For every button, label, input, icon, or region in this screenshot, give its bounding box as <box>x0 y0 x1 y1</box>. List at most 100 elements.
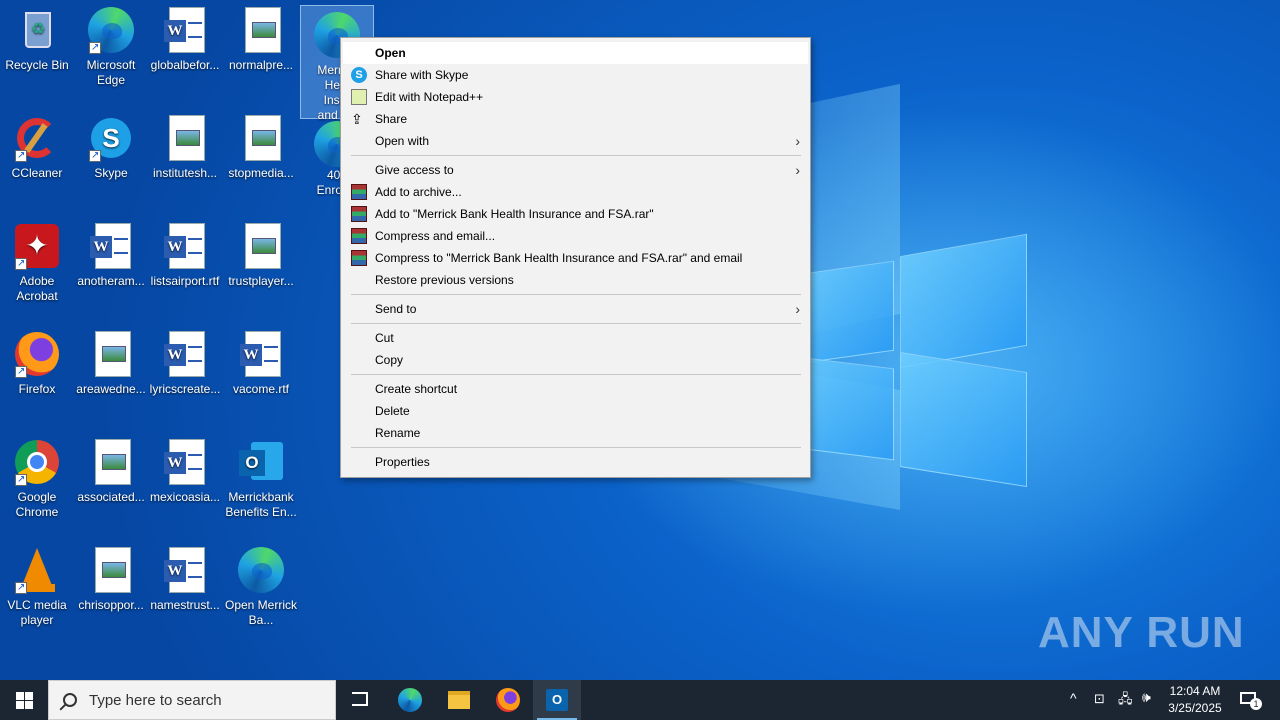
desktop-icon-vlc[interactable]: VLC media player <box>0 546 74 628</box>
desktop-icon-globalbefor[interactable]: W globalbefor... <box>148 6 222 73</box>
desktop-icon-institutesh[interactable]: institutesh... <box>148 114 222 181</box>
ccleaner-icon <box>13 114 61 163</box>
taskbar-file-explorer-button[interactable] <box>435 680 483 720</box>
meet-now-icon[interactable]: ⊡ <box>1094 691 1105 707</box>
desktop-icon-open-merrick[interactable]: Open Merrick Ba... <box>224 546 298 628</box>
menu-item-open-with[interactable]: Open with › <box>343 130 808 152</box>
chevron-right-icon: › <box>795 133 800 149</box>
desktop-icon-stopmedia[interactable]: stopmedia... <box>224 114 298 181</box>
menu-label: Cut <box>375 331 394 345</box>
desktop-icon-listsairport[interactable]: W listsairport.rtf <box>148 222 222 289</box>
icon-label: Google Chrome <box>15 490 59 519</box>
menu-label: Rename <box>375 426 421 440</box>
menu-item-delete[interactable]: Delete <box>343 400 808 422</box>
menu-item-compress-and-email[interactable]: Compress and email... <box>343 225 808 247</box>
menu-item-add-to-archive[interactable]: Add to archive... <box>343 181 808 203</box>
start-button[interactable] <box>0 680 48 720</box>
icon-label: namestrust... <box>150 598 220 612</box>
menu-label: Delete <box>375 404 410 418</box>
clock-time: 12:04 AM <box>1169 684 1221 698</box>
menu-label: Create shortcut <box>375 382 458 396</box>
menu-item-edit-with-notepadpp[interactable]: Edit with Notepad++ <box>343 86 808 108</box>
search-icon <box>63 693 77 707</box>
menu-label: Add to "Merrick Bank Health Insurance an… <box>375 207 654 221</box>
desktop-icon-trustplayer[interactable]: trustplayer... <box>224 222 298 289</box>
menu-label: Share <box>375 112 408 126</box>
menu-item-create-shortcut[interactable]: Create shortcut <box>343 378 808 400</box>
icon-label: areawedne... <box>76 382 146 396</box>
icon-label: Recycle Bin <box>5 58 69 72</box>
desktop-icon-ccleaner[interactable]: CCleaner <box>0 114 74 181</box>
volume-icon[interactable]: 🕪 <box>1142 689 1151 706</box>
menu-item-add-to-rar[interactable]: Add to "Merrick Bank Health Insurance an… <box>343 203 808 225</box>
shortcut-arrow-icon <box>15 472 27 487</box>
menu-label: Properties <box>375 455 430 469</box>
share-icon: ⇪ <box>351 111 363 127</box>
desktop-icon-firefox[interactable]: Firefox <box>0 330 74 397</box>
icon-label: lyricscreate... <box>149 382 221 396</box>
menu-item-share-with-skype[interactable]: S Share with Skype <box>343 64 808 86</box>
winrar-icon <box>351 184 367 200</box>
word-doc-icon: W <box>87 222 135 270</box>
word-doc-icon: W <box>161 6 209 54</box>
desktop-icon-skype[interactable]: S Skype <box>74 114 148 181</box>
word-doc-icon: W <box>161 222 209 270</box>
menu-item-send-to[interactable]: Send to › <box>343 298 808 320</box>
desktop-icon-mexicoasia[interactable]: W mexicoasia... <box>148 438 222 505</box>
task-view-icon <box>352 692 368 706</box>
search-placeholder: Type here to search <box>89 692 222 709</box>
taskbar-edge-button[interactable] <box>386 680 434 720</box>
menu-item-compress-to-rar-and-email[interactable]: Compress to "Merrick Bank Health Insuran… <box>343 247 808 269</box>
icon-label: CCleaner <box>11 166 63 180</box>
context-menu: Open S Share with Skype Edit with Notepad… <box>340 37 811 478</box>
icon-label: listsairport.rtf <box>150 274 220 288</box>
menu-label: Open <box>375 46 406 60</box>
anyrun-watermark: ANY RUN <box>1038 608 1245 657</box>
desktop-icon-adobe-acrobat[interactable]: ✦ Adobe Acrobat <box>0 222 74 304</box>
desktop-icon-vacome[interactable]: W vacome.rtf <box>224 330 298 397</box>
menu-item-copy[interactable]: Copy <box>343 349 808 371</box>
menu-item-properties[interactable]: Properties <box>343 451 808 473</box>
desktop-icon-merrickbank-benefits[interactable]: O Merrickbank Benefits En... <box>224 438 298 520</box>
winrar-icon <box>351 250 367 266</box>
notification-count: 1 <box>1250 698 1262 710</box>
vlc-icon <box>13 546 61 595</box>
menu-separator <box>351 447 801 448</box>
taskbar-search-box[interactable]: Type here to search <box>48 680 336 720</box>
menu-item-rename[interactable]: Rename <box>343 422 808 444</box>
icon-label: associated... <box>77 490 145 504</box>
image-file-icon <box>87 438 135 486</box>
notifications-button[interactable]: 1 <box>1238 688 1262 712</box>
network-icon[interactable]: 🖧 <box>1118 690 1133 712</box>
system-clock[interactable]: 12:04 AM 3/25/2025 <box>1160 683 1230 717</box>
desktop-icon-lyricscreate[interactable]: W lyricscreate... <box>148 330 222 397</box>
menu-item-cut[interactable]: Cut <box>343 327 808 349</box>
desktop-icon-chrisoppor[interactable]: chrisoppor... <box>74 546 148 613</box>
menu-separator <box>351 374 801 375</box>
menu-item-give-access-to[interactable]: Give access to › <box>343 159 808 181</box>
desktop-icon-areawedne[interactable]: areawedne... <box>74 330 148 397</box>
desktop-icon-recycle-bin[interactable]: ♻ Recycle Bin <box>0 6 74 73</box>
menu-item-open[interactable]: Open <box>343 42 808 64</box>
image-file-icon <box>237 6 285 54</box>
desktop-icon-microsoft-edge[interactable]: Microsoft Edge <box>74 6 148 88</box>
word-doc-icon: W <box>161 438 209 486</box>
taskbar-firefox-button[interactable] <box>484 680 532 720</box>
desktop-icon-anotheram[interactable]: W anotheram... <box>74 222 148 289</box>
desktop-icon-namestrust[interactable]: W namestrust... <box>148 546 222 613</box>
menu-label: Copy <box>375 353 404 367</box>
task-view-button[interactable] <box>336 680 384 720</box>
shortcut-arrow-icon <box>89 148 101 163</box>
taskbar-outlook-button[interactable]: O <box>533 680 581 720</box>
desktop-icon-google-chrome[interactable]: Google Chrome <box>0 438 74 520</box>
shortcut-arrow-icon <box>15 580 27 595</box>
skype-icon: S <box>351 67 367 83</box>
chevron-up-icon[interactable]: ^ <box>1070 690 1077 706</box>
notepadpp-icon <box>351 89 367 105</box>
menu-item-share[interactable]: ⇪ Share <box>343 108 808 130</box>
desktop-icon-normalpre[interactable]: normalpre... <box>224 6 298 73</box>
desktop-icon-associated[interactable]: associated... <box>74 438 148 505</box>
menu-item-restore-previous-versions[interactable]: Restore previous versions <box>343 269 808 291</box>
shortcut-arrow-icon <box>15 364 27 379</box>
chrome-icon <box>13 438 61 487</box>
